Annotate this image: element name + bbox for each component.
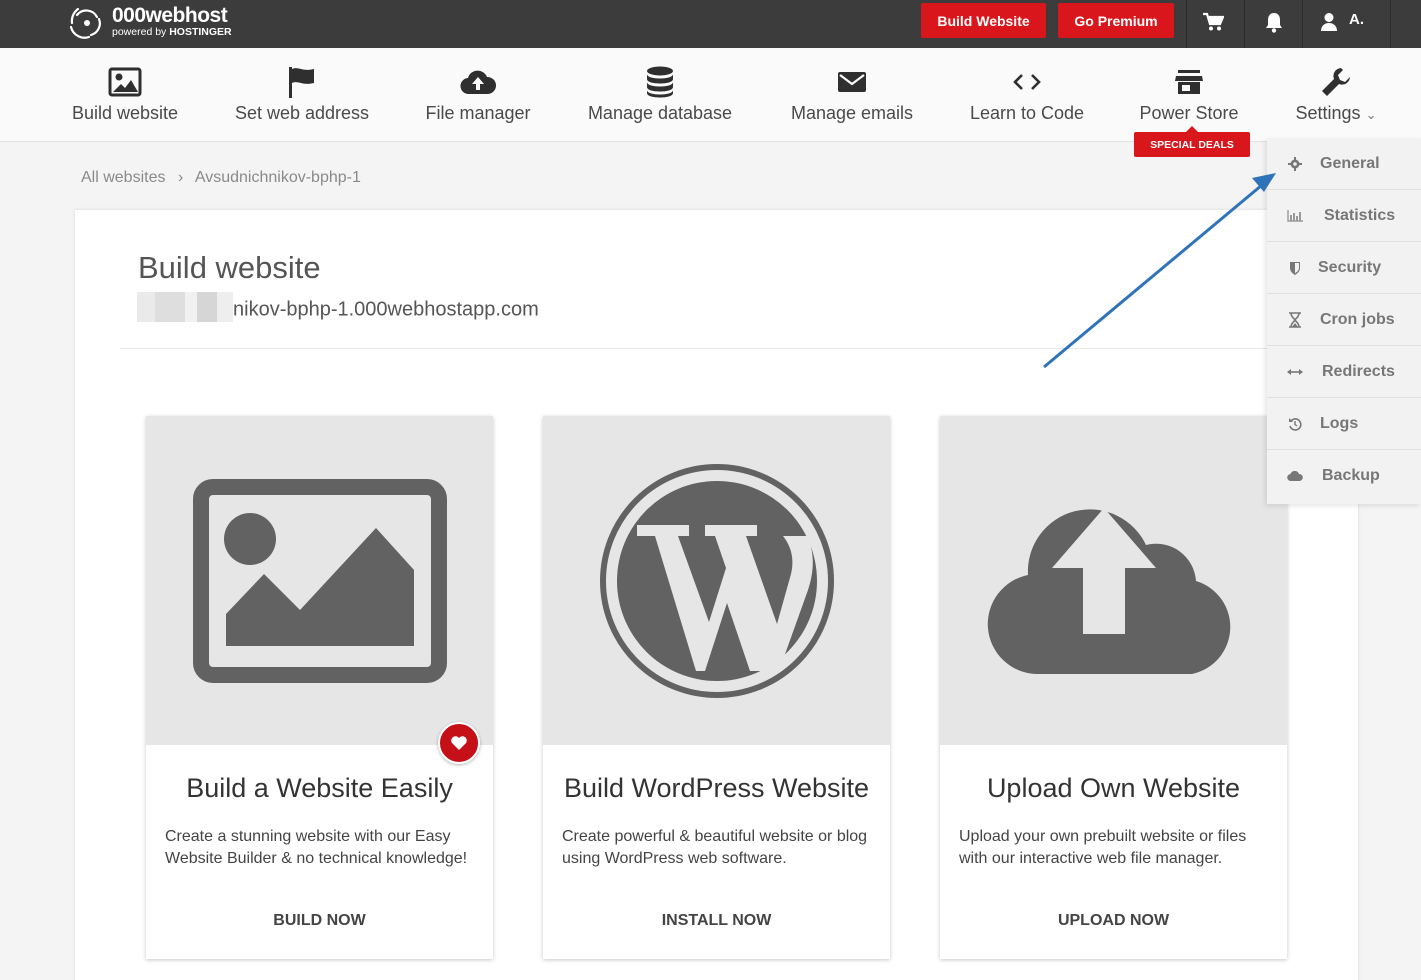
nav-label: Power Store <box>1139 103 1239 123</box>
breadcrumb-all-websites[interactable]: All websites <box>81 169 165 186</box>
build-now-button[interactable]: BUILD NOW <box>146 912 493 930</box>
cloud-upload-icon <box>460 65 496 99</box>
settings-item-cron-jobs[interactable]: Cron jobs <box>1267 294 1421 346</box>
url-text: nikov-bphp-1.000webhostapp.com <box>233 298 539 321</box>
brand-name: 000webhost <box>112 4 228 27</box>
install-now-button[interactable]: INSTALL NOW <box>543 912 890 930</box>
nav-label: Set web address <box>234 103 370 123</box>
settings-item-label: Statistics <box>1324 206 1396 224</box>
go-premium-button[interactable]: Go Premium <box>1058 3 1174 38</box>
divider <box>1186 0 1187 48</box>
settings-item-redirects[interactable]: Redirects <box>1267 346 1421 398</box>
store-icon <box>1175 65 1203 99</box>
wrench-icon <box>1320 65 1352 99</box>
logo-swirl-icon <box>69 7 101 39</box>
nav-settings[interactable]: Settings ⌄ <box>1288 48 1384 142</box>
settings-item-statistics[interactable]: Statistics <box>1267 190 1421 242</box>
image-icon <box>192 478 447 683</box>
breadcrumb: All websites › Avsudnichnikov-bphp-1 <box>81 169 361 187</box>
redacted-blur <box>137 292 233 322</box>
chevron-down-icon: ⌄ <box>1365 107 1377 122</box>
website-url: nikov-bphp-1.000webhostapp.com <box>137 292 539 322</box>
settings-item-label: General <box>1320 154 1380 172</box>
settings-item-label: Cron jobs <box>1320 310 1395 328</box>
brand-tagline: powered by HOSTINGER <box>112 26 232 38</box>
nav-set-web-address[interactable]: Set web address <box>230 48 374 142</box>
divider <box>1390 0 1391 48</box>
database-icon <box>645 65 675 99</box>
nav-learn-to-code[interactable]: Learn to Code <box>965 48 1089 142</box>
card-description: Create a stunning website with our Easy … <box>165 828 468 867</box>
upload-now-button[interactable]: UPLOAD NOW <box>940 912 1287 930</box>
card-image <box>940 416 1287 745</box>
logo[interactable]: 000webhost powered by HOSTINGER <box>64 0 232 46</box>
nav-file-manager[interactable]: File manager <box>420 48 536 142</box>
card-description: Upload your own prebuilt website or file… <box>959 828 1247 867</box>
cart-icon[interactable] <box>1200 9 1226 35</box>
heart-icon <box>438 722 480 764</box>
gear-icon <box>1287 156 1303 172</box>
bell-icon[interactable] <box>1261 9 1287 35</box>
settings-item-backup[interactable]: Backup <box>1267 450 1421 502</box>
image-icon <box>108 65 142 99</box>
build-website-button[interactable]: Build Website <box>921 3 1046 38</box>
card-title: Upload Own Website <box>986 773 1241 803</box>
nav-manage-database[interactable]: Manage database <box>582 48 738 142</box>
nav-label: Settings ⌄ <box>1296 103 1377 124</box>
settings-item-general[interactable]: General <box>1267 138 1421 190</box>
breadcrumb-separator: › <box>177 169 184 186</box>
nav-manage-emails[interactable]: Manage emails <box>785 48 919 142</box>
main-panel: Build website nikov-bphp-1.000webhostapp… <box>75 210 1358 980</box>
nav-label: File manager <box>425 103 531 123</box>
shield-icon <box>1287 260 1303 276</box>
nav-build-website[interactable]: Build website <box>66 48 184 142</box>
settings-item-label: Logs <box>1320 414 1359 432</box>
breadcrumb-current: Avsudnichnikov-bphp-1 <box>194 169 361 186</box>
settings-item-security[interactable]: Security <box>1267 242 1421 294</box>
cloud-upload-icon <box>987 507 1230 674</box>
card-image <box>146 416 493 745</box>
cloud-icon <box>1287 468 1303 484</box>
user-icon[interactable] <box>1316 9 1342 35</box>
settings-item-label: Security <box>1318 258 1382 276</box>
nav-label: Build website <box>71 103 179 123</box>
arrows-horizontal-icon <box>1287 364 1303 380</box>
user-name[interactable]: A. <box>1349 11 1364 28</box>
flag-icon <box>287 65 317 99</box>
main-nav: Build website Set web address File manag… <box>0 48 1421 142</box>
nav-label: Learn to Code <box>969 103 1085 123</box>
envelope-icon <box>837 65 867 99</box>
card-build-wordpress-website: Build WordPress Website Create powerful … <box>543 416 890 959</box>
hourglass-icon <box>1287 311 1303 328</box>
settings-item-logs[interactable]: Logs <box>1267 398 1421 450</box>
card-build-website-easily: Build a Website Easily Create a stunning… <box>146 416 493 959</box>
special-deals-badge[interactable]: SPECIAL DEALS <box>1134 126 1250 157</box>
bar-chart-icon <box>1287 208 1303 224</box>
divider <box>120 348 1310 349</box>
card-upload-own-website: Upload Own Website Upload your own prebu… <box>940 416 1287 959</box>
card-image <box>543 416 890 745</box>
settings-label: Settings <box>1295 103 1361 123</box>
logo-text: 000webhost powered by HOSTINGER <box>112 4 232 38</box>
card-title: Build a Website Easily <box>186 773 453 803</box>
nav-label: Manage emails <box>790 103 914 123</box>
wordpress-icon <box>599 463 834 698</box>
settings-item-label: Redirects <box>1322 362 1395 380</box>
card-title: Build WordPress Website <box>563 773 870 803</box>
history-icon <box>1287 416 1303 432</box>
powered-by-label: powered by <box>112 26 170 38</box>
divider <box>1302 0 1303 48</box>
top-bar: 000webhost powered by HOSTINGER Build We… <box>0 0 1421 48</box>
settings-item-label: Backup <box>1322 467 1380 484</box>
card-description: Create powerful & beautiful website or b… <box>562 828 868 867</box>
page-title: Build website <box>138 250 321 285</box>
divider <box>1244 0 1245 48</box>
hostinger-label: HOSTINGER <box>169 26 232 38</box>
nav-label: Manage database <box>587 103 733 123</box>
settings-dropdown: General Statistics Security Cron jobs Re… <box>1267 138 1421 504</box>
code-icon <box>1012 65 1042 99</box>
